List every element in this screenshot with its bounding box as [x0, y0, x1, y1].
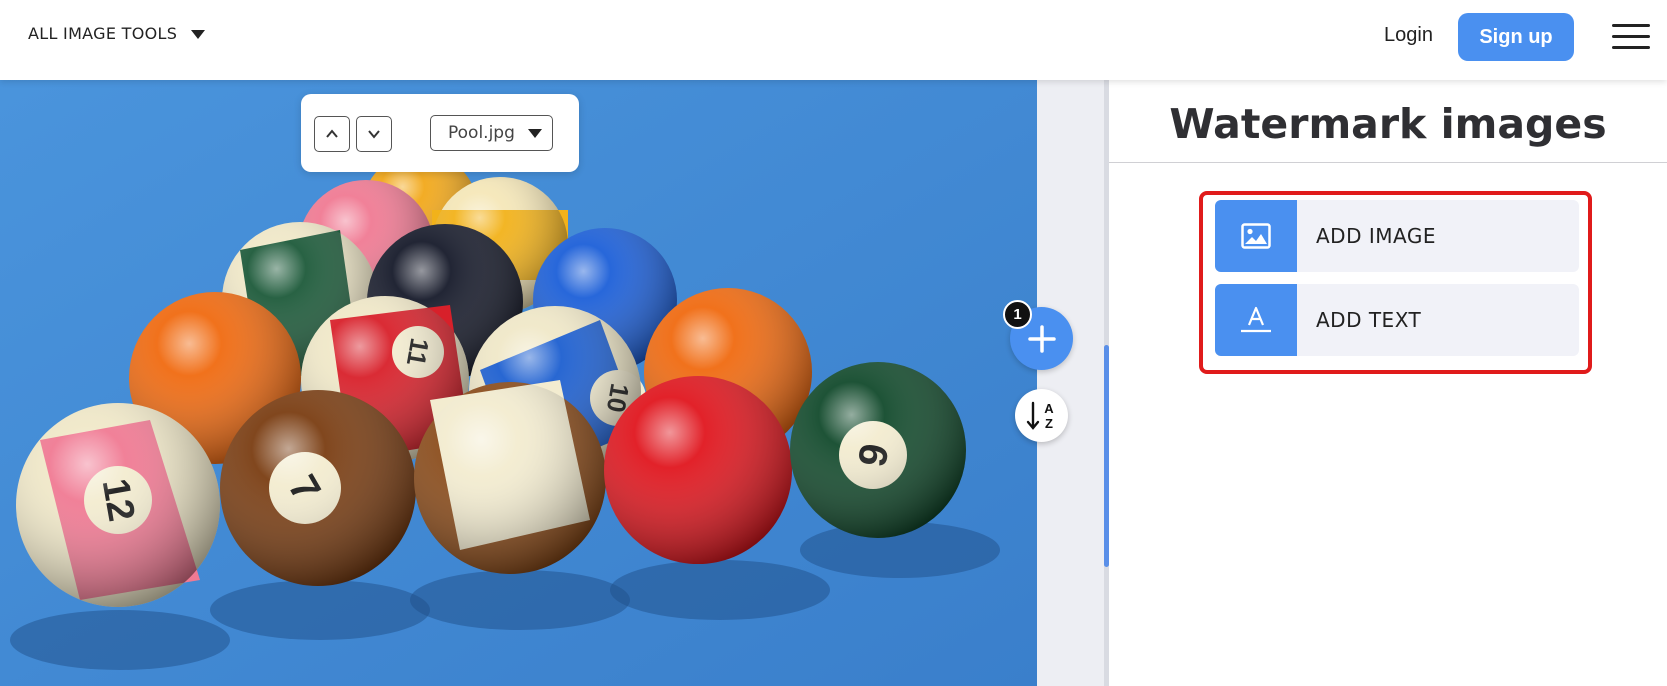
add-image-button[interactable]: ADD IMAGE [1215, 200, 1579, 272]
add-text-button[interactable]: ADD TEXT [1215, 284, 1579, 356]
image-count-badge: 1 [1003, 300, 1032, 329]
top-header: ALL IMAGE TOOLS Login Sign up [0, 0, 1667, 80]
page-title: Watermark images [1169, 100, 1607, 148]
ball-7: 7 [220, 390, 416, 586]
image-icon [1241, 223, 1271, 249]
file-navigator: Pool.jpg [301, 94, 579, 172]
next-file-button[interactable] [356, 116, 392, 152]
selected-file-name: Pool.jpg [448, 123, 515, 143]
chevron-down-icon [368, 130, 380, 139]
ball-red [604, 376, 792, 564]
watermark-sidebar: Watermark images ADD IMAGE ADD TEXT [1109, 80, 1667, 686]
add-text-label: ADD TEXT [1316, 308, 1422, 332]
previous-file-button[interactable] [314, 116, 350, 152]
plus-icon [1027, 324, 1056, 353]
file-select-dropdown[interactable]: Pool.jpg [430, 115, 553, 151]
ball-12: 12 [16, 403, 220, 607]
svg-text:Z: Z [1045, 416, 1053, 431]
svg-text:A: A [1044, 401, 1054, 416]
add-image-label: ADD IMAGE [1316, 224, 1436, 248]
sort-a-z-icon: A Z [1026, 401, 1054, 431]
add-image-icon-box [1215, 200, 1297, 272]
tools-menu-label: ALL IMAGE TOOLS [28, 24, 178, 43]
signup-button[interactable]: Sign up [1458, 13, 1574, 61]
title-divider [1109, 162, 1667, 163]
caret-down-icon [528, 129, 542, 138]
chevron-up-icon [326, 129, 338, 138]
all-image-tools-menu[interactable]: ALL IMAGE TOOLS [28, 24, 206, 43]
caret-down-icon [191, 30, 206, 39]
add-text-icon-box [1215, 284, 1297, 356]
sort-button[interactable]: A Z [1015, 389, 1068, 442]
hamburger-menu-icon[interactable] [1612, 22, 1650, 52]
login-link[interactable]: Login [1384, 24, 1433, 47]
text-icon [1241, 306, 1271, 333]
toolbar-gutter [1037, 80, 1107, 686]
ball-9: 9 [790, 362, 966, 538]
